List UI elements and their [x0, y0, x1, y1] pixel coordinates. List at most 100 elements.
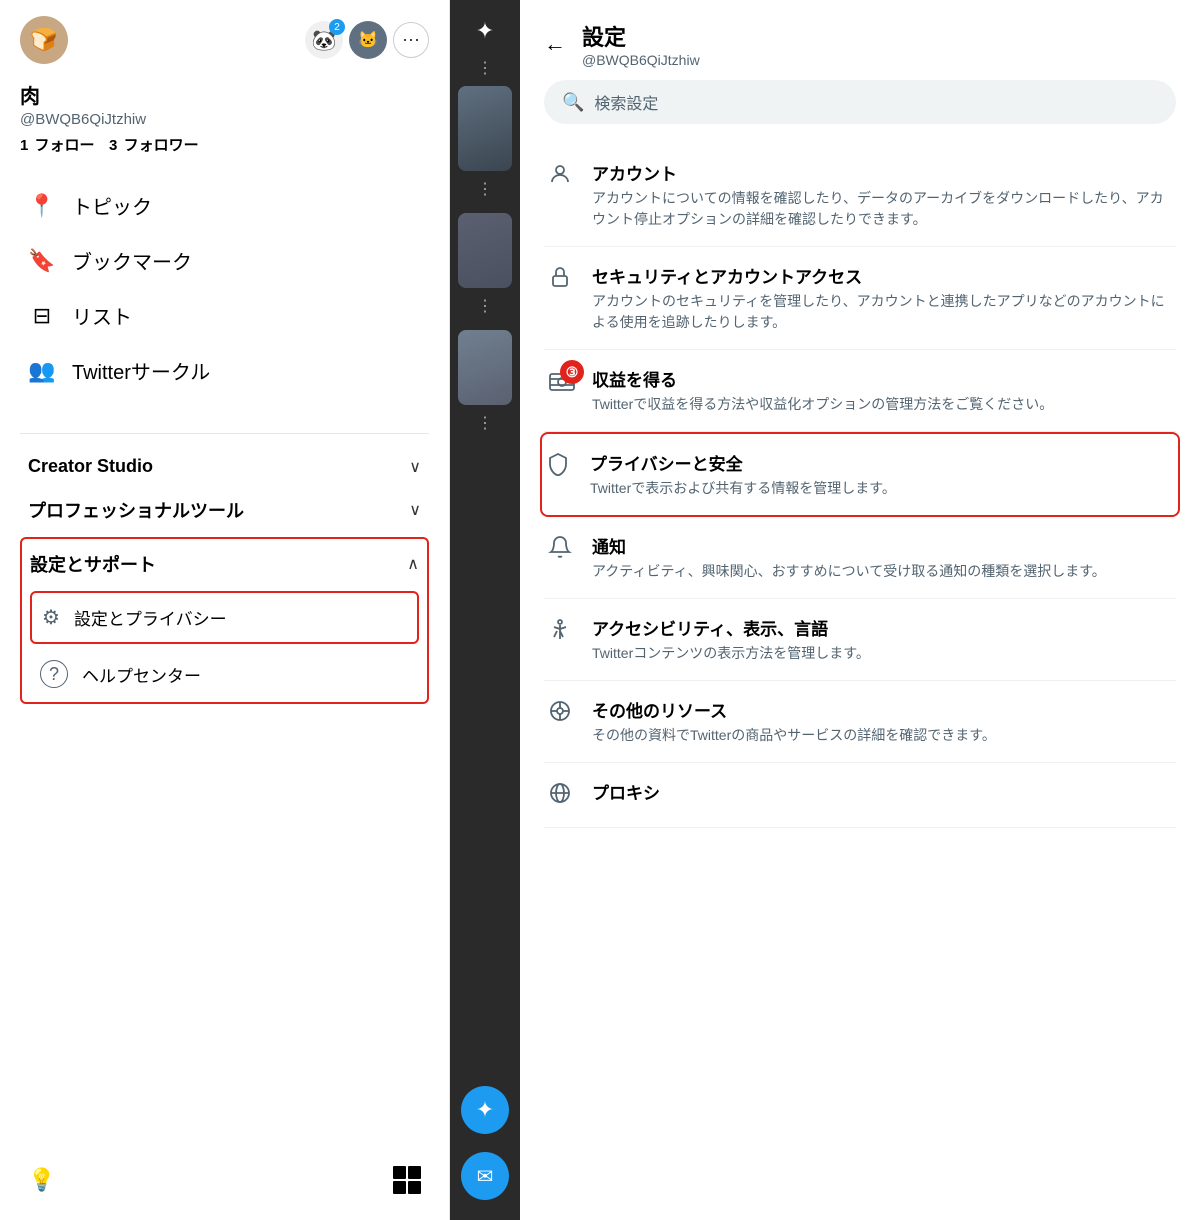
avatar-panda-wrapper: 🐼 2 — [305, 21, 343, 59]
avatar-wrapper: 🍞 — [20, 16, 68, 64]
help-label: ヘルプセンター — [82, 662, 201, 687]
search-settings-bar[interactable]: 🔍 検索設定 — [544, 80, 1176, 124]
security-desc: アカウントのセキュリティを管理したり、アカウントと連携したアプリなどのアカウント… — [592, 291, 1172, 333]
left-panel: 🍞 🐼 2 🐱 ⋯ 肉 @BWQB6QiJtzhiw 1 フォロー 3 フォロワ… — [0, 0, 450, 1220]
sidebar-item-topics[interactable]: 📍 トピック — [20, 179, 429, 232]
middle-dots: ⋮ — [477, 58, 493, 78]
privacy-title: プライバシーと安全 — [590, 450, 896, 475]
monetize-text: 収益を得る Twitterで収益を得る方法や収益化オプションの管理方法をご覧くだ… — [592, 366, 1053, 415]
settings-item-monetize[interactable]: ③ 収益を得る Twitterで収益を得る方法や収益化オプションの管理方法をご覧… — [544, 350, 1176, 432]
security-text: セキュリティとアカウントアクセス アカウントのセキュリティを管理したり、アカウン… — [592, 263, 1172, 333]
privacy-desc: Twitterで表示および共有する情報を管理します。 — [590, 478, 896, 499]
right-panel: ← 設定 @BWQB6QiJtzhiw 🔍 検索設定 アカウント アカウントにつ… — [520, 0, 1200, 1220]
bottom-bar: 💡 — [20, 1156, 429, 1204]
monetize-icon-wrapper: ③ — [548, 368, 576, 402]
privacy-icon — [546, 452, 574, 482]
settings-header: ← 設定 @BWQB6QiJtzhiw — [544, 0, 1176, 80]
middle-dots-3: ⋮ — [477, 296, 493, 316]
settings-handle: @BWQB6QiJtzhiw — [582, 52, 700, 68]
settings-item-privacy[interactable]: プライバシーと安全 Twitterで表示および共有する情報を管理します。 — [540, 432, 1180, 517]
settings-item-proxy[interactable]: プロキシ — [544, 763, 1176, 828]
sidebar-item-bookmarks[interactable]: 🔖 ブックマーク — [20, 234, 429, 287]
back-button[interactable]: ← — [544, 31, 566, 57]
follow-label: フォロー — [35, 137, 95, 154]
resources-icon — [548, 699, 576, 729]
notification-badge: 2 — [329, 19, 345, 35]
monetize-desc: Twitterで収益を得る方法や収益化オプションの管理方法をご覧ください。 — [592, 394, 1053, 415]
qr-icon[interactable] — [393, 1166, 421, 1194]
profile-name: 肉 — [20, 80, 429, 109]
sidebar-item-help[interactable]: ? ヘルプセンター — [22, 648, 427, 700]
settings-item-account[interactable]: アカウント アカウントについての情報を確認したり、データのアーカイブをダウンロー… — [544, 144, 1176, 247]
settings-list: アカウント アカウントについての情報を確認したり、データのアーカイブをダウンロー… — [544, 144, 1176, 828]
account-text: アカウント アカウントについての情報を確認したり、データのアーカイブをダウンロー… — [592, 160, 1172, 230]
thumbnail-1[interactable] — [458, 86, 512, 171]
help-icon: ? — [40, 660, 68, 688]
qr-icon-group — [393, 1166, 421, 1194]
creator-studio-label: Creator Studio — [28, 456, 153, 477]
settings-support-section: 設定とサポート ∧ ⚙ 設定とプライバシー ? ヘルプセンター — [20, 537, 429, 704]
professional-tools-chevron: ∨ — [409, 500, 421, 520]
proxy-title: プロキシ — [592, 779, 660, 804]
sidebar-item-lists[interactable]: ⊟ リスト — [20, 289, 429, 342]
accessibility-title: アクセシビリティ、表示、言語 — [592, 615, 870, 640]
notifications-icon — [548, 535, 576, 565]
settings-support-chevron: ∧ — [407, 554, 419, 574]
sidebar-item-settings-privacy[interactable]: ⚙ 設定とプライバシー — [32, 593, 417, 642]
avatar-cat[interactable]: 🐱 — [349, 21, 387, 59]
avatar-group: 🐼 2 🐱 ⋯ — [305, 21, 429, 59]
monetize-badge: ③ — [560, 360, 584, 384]
resources-desc: その他の資料でTwitterの商品やサービスの詳細を確認できます。 — [592, 725, 996, 746]
accessibility-text: アクセシビリティ、表示、言語 Twitterコンテンツの表示方法を管理します。 — [592, 615, 870, 664]
privacy-text: プライバシーと安全 Twitterで表示および共有する情報を管理します。 — [590, 450, 896, 499]
creator-studio-chevron: ∨ — [409, 457, 421, 477]
profile-top: 🍞 🐼 2 🐱 ⋯ — [20, 16, 429, 64]
bookmarks-label: ブックマーク — [72, 246, 192, 275]
proxy-icon — [548, 781, 576, 811]
profile-stats: 1 フォロー 3 フォロワー — [20, 134, 429, 155]
settings-item-accessibility[interactable]: アクセシビリティ、表示、言語 Twitterコンテンツの表示方法を管理します。 — [544, 599, 1176, 681]
thumbnail-3[interactable] — [458, 330, 512, 405]
settings-support-label: 設定とサポート — [30, 551, 156, 577]
professional-tools-header[interactable]: プロフェッショナルツール ∨ — [20, 487, 429, 533]
middle-panel: ✦ ⋮ ⋮ ⋮ ⋮ ✦ ✉ — [450, 0, 520, 1220]
more-options-button[interactable]: ⋯ — [393, 22, 429, 58]
middle-dots-4: ⋮ — [477, 413, 493, 433]
settings-item-resources[interactable]: その他のリソース その他の資料でTwitterの商品やサービスの詳細を確認できま… — [544, 681, 1176, 763]
settings-privacy-icon: ⚙ — [42, 605, 60, 630]
settings-item-notifications[interactable]: 通知 アクティビティ、興味関心、おすすめについて受け取る通知の種類を選択します。 — [544, 517, 1176, 599]
circles-icon: 👥 — [28, 358, 56, 384]
follower-label: フォロワー — [124, 137, 199, 154]
thumbnail-2[interactable] — [458, 213, 512, 288]
proxy-text: プロキシ — [592, 779, 660, 807]
lists-icon: ⊟ — [28, 303, 56, 329]
sparkle-icon[interactable]: ✦ — [470, 12, 500, 50]
notifications-desc: アクティビティ、興味関心、おすすめについて受け取る通知の種類を選択します。 — [592, 561, 1106, 582]
settings-title: 設定 — [582, 20, 700, 52]
accessibility-icon — [548, 617, 576, 647]
topics-icon: 📍 — [28, 193, 56, 219]
profile-handle: @BWQB6QiJtzhiw — [20, 111, 429, 128]
follow-count: 1 — [20, 137, 28, 154]
settings-privacy-highlighted: ⚙ 設定とプライバシー — [30, 591, 419, 644]
nav-items: 📍 トピック 🔖 ブックマーク ⊟ リスト 👥 Twitterサークル — [20, 179, 429, 397]
lightbulb-icon[interactable]: 💡 — [28, 1167, 55, 1193]
avatar-main[interactable]: 🍞 — [20, 16, 68, 64]
divider-1 — [20, 433, 429, 434]
accessibility-desc: Twitterコンテンツの表示方法を管理します。 — [592, 643, 870, 664]
notifications-title: 通知 — [592, 533, 1106, 558]
security-icon — [548, 265, 576, 295]
search-settings-placeholder: 検索設定 — [594, 90, 658, 114]
security-title: セキュリティとアカウントアクセス — [592, 263, 1172, 288]
mail-button[interactable]: ✉ — [461, 1152, 509, 1200]
account-icon — [548, 162, 576, 192]
settings-support-header[interactable]: 設定とサポート ∧ — [22, 541, 427, 587]
creator-studio-header[interactable]: Creator Studio ∨ — [20, 446, 429, 487]
sidebar-item-circles[interactable]: 👥 Twitterサークル — [20, 344, 429, 397]
compose-button[interactable]: ✦ — [461, 1086, 509, 1134]
topics-label: トピック — [72, 191, 152, 220]
lists-label: リスト — [72, 301, 132, 330]
settings-item-security[interactable]: セキュリティとアカウントアクセス アカウントのセキュリティを管理したり、アカウン… — [544, 247, 1176, 350]
resources-title: その他のリソース — [592, 697, 996, 722]
circles-label: Twitterサークル — [72, 356, 210, 385]
